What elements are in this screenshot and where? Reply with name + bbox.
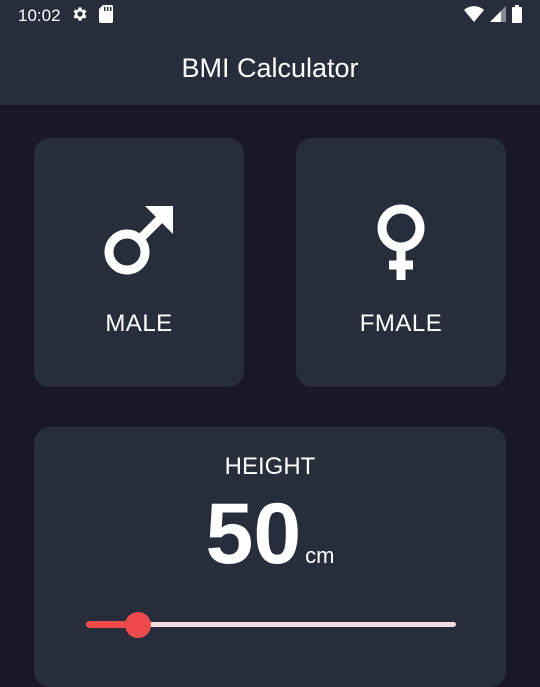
male-label: MALE xyxy=(105,310,173,337)
status-bar: 10:02 xyxy=(0,0,540,32)
gear-icon xyxy=(71,5,89,28)
male-symbol-icon xyxy=(104,206,173,275)
male-card[interactable]: MALE xyxy=(34,138,244,387)
status-time: 10:02 xyxy=(18,6,61,25)
cell-signal-icon xyxy=(490,5,506,27)
height-value-row: 50 cm xyxy=(34,491,506,577)
female-label: FMALE xyxy=(359,310,443,337)
status-right xyxy=(464,4,522,28)
height-unit: cm xyxy=(305,543,335,568)
slider-thumb[interactable] xyxy=(125,612,151,638)
battery-icon xyxy=(512,4,522,28)
status-left: 10:02 xyxy=(18,4,113,28)
height-slider[interactable] xyxy=(86,611,456,639)
app-title: BMI Calculator xyxy=(181,53,359,83)
app-bar: BMI Calculator xyxy=(0,32,540,105)
female-card[interactable]: FMALE xyxy=(296,138,506,387)
sd-card-icon xyxy=(98,4,113,28)
female-symbol-icon xyxy=(377,204,425,280)
wifi-icon xyxy=(464,5,484,27)
height-title: HEIGHT xyxy=(224,453,316,480)
height-card: HEIGHT 50 cm xyxy=(34,427,506,687)
height-value: 50 xyxy=(205,486,302,582)
